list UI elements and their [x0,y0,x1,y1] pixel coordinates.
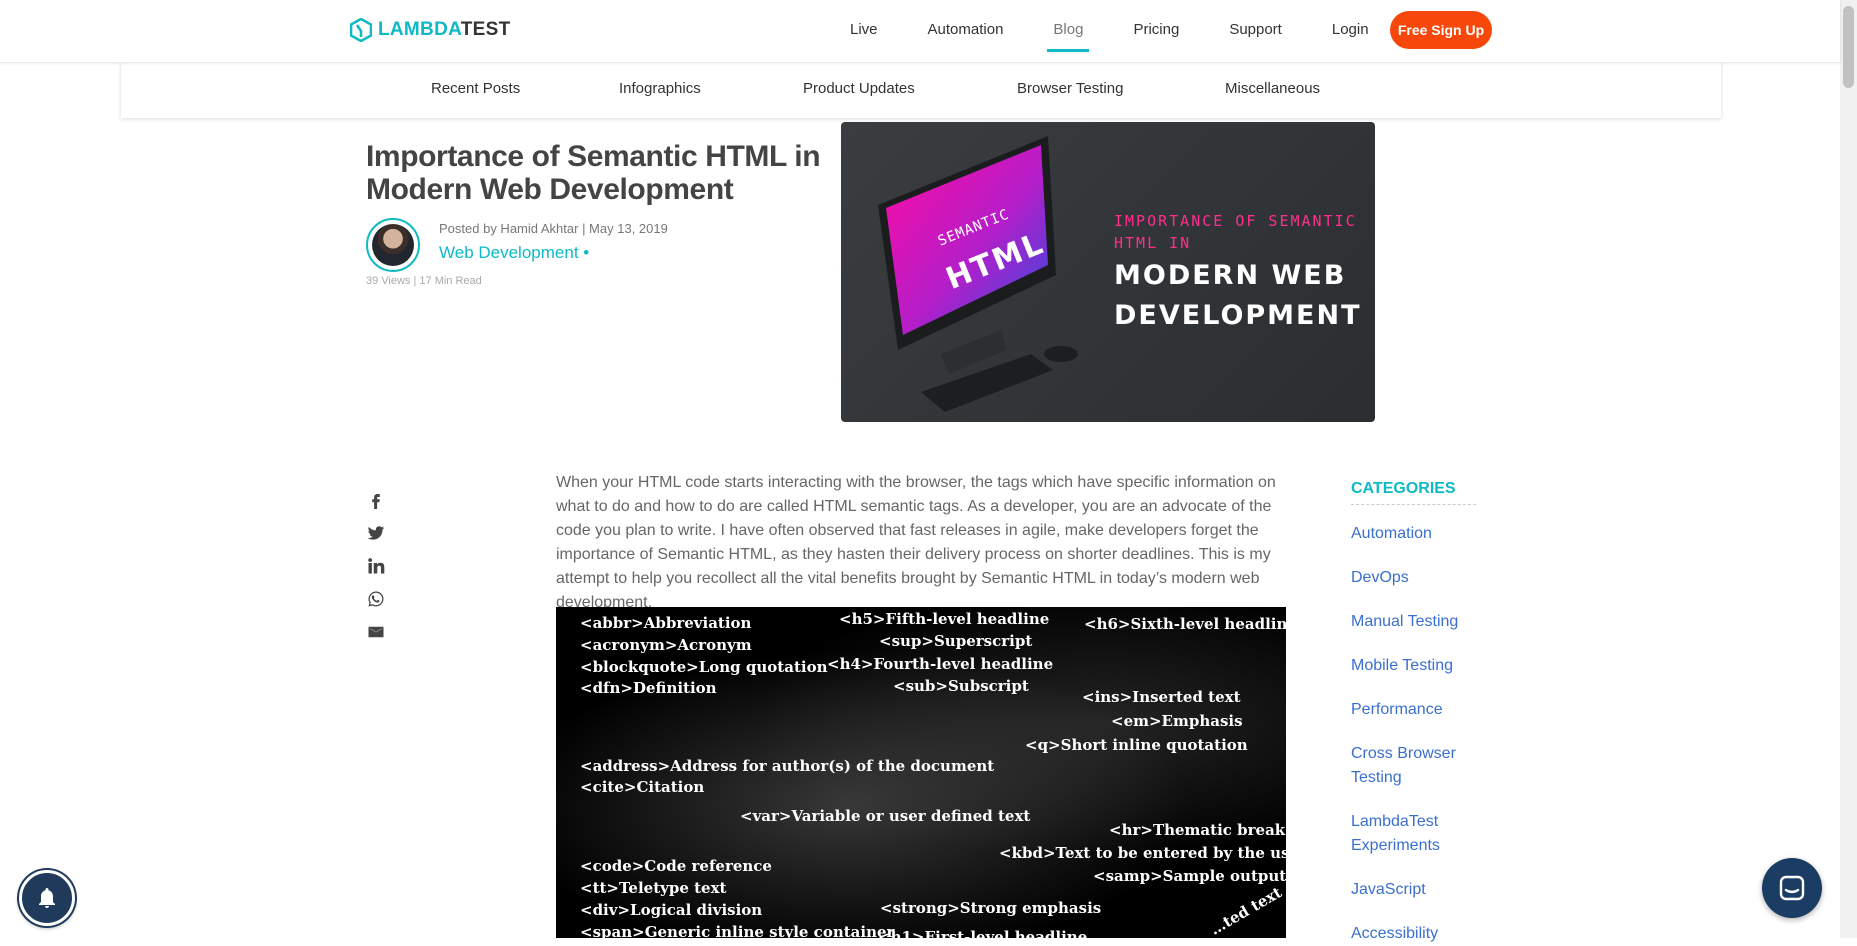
linkedin-icon[interactable] [366,556,386,576]
category-devops[interactable]: DevOps [1351,566,1481,590]
tag-kbd: <kbd>Text to be entered by the user [999,844,1286,862]
category-javascript[interactable]: JavaScript [1351,878,1481,902]
post-title: Importance of Semantic HTML in Modern We… [366,140,821,206]
notification-bell-button[interactable] [19,870,75,926]
tag-acronym: <acronym>Acronym [580,636,752,654]
lambdatest-logo-icon [350,18,372,42]
nav-login[interactable]: Login [1332,0,1369,62]
category-performance[interactable]: Performance [1351,698,1481,722]
tag-var: <var>Variable or user defined text [740,807,1031,825]
logo-text-lambda: LAMBDA [378,19,461,40]
semantic-tags-image: <abbr>Abbreviation <acronym>Acronym <blo… [556,607,1286,938]
nav-live[interactable]: Live [850,0,878,62]
tag-ins: <ins>Inserted text [1082,688,1241,706]
author-photo [372,224,414,266]
tag-samp: <samp>Sample output [1093,867,1286,885]
tag-h5: <h5>Fifth-level headline [839,610,1050,628]
nav-pricing[interactable]: Pricing [1133,0,1179,62]
tag-cite: <cite>Citation [580,778,705,796]
post-meta: Posted by Hamid Akhtar | May 13, 2019 [439,221,668,236]
chat-widget-button[interactable] [1762,858,1822,918]
tag-span: <span>Generic inline style container [580,923,895,938]
tag-div: <div>Logical division [580,901,763,919]
nav-support[interactable]: Support [1229,0,1282,62]
post-intro-paragraph: When your HTML code starts interacting w… [556,474,1276,611]
tag-em: <em>Emphasis [1111,712,1243,730]
tag-address: <address>Address for author(s) of the do… [580,757,995,775]
categories-heading: CATEGORIES [1351,480,1476,505]
tag-h1: <h1>First-level headline [878,928,1088,938]
tag-dfn: <dfn>Definition [580,679,717,697]
tag-code: <code>Code reference [580,857,772,875]
nav-blog[interactable]: Blog [1047,0,1090,62]
subnav-recent-posts[interactable]: Recent Posts [431,80,520,97]
twitter-icon[interactable] [366,523,386,543]
nav-automation[interactable]: Automation [928,0,1004,62]
bell-icon [39,888,55,908]
blog-subnav: Recent Posts Infographics Product Update… [121,62,1721,118]
category-lambdatest-experiments[interactable]: LambdaTest Experiments [1351,810,1481,858]
tag-q: <q>Short inline quotation [1025,736,1248,754]
subnav-product-updates[interactable]: Product Updates [803,80,915,97]
category-automation[interactable]: Automation [1351,522,1481,546]
chat-icon [1779,875,1805,901]
main-nav: Live Automation Blog Pricing Support Log… [850,0,1419,62]
free-signup-button[interactable]: Free Sign Up [1390,11,1492,49]
email-icon[interactable] [366,622,386,642]
scrollbar-thumb[interactable] [1843,6,1854,88]
category-manual-testing[interactable]: Manual Testing [1351,610,1481,634]
page-scrollbar[interactable] [1840,0,1857,938]
subnav-miscellaneous[interactable]: Miscellaneous [1225,80,1320,97]
tag-strong: <strong>Strong emphasis [880,899,1102,917]
hero-text-line1: IMPORTANCE OF SEMANTIC HTML IN [1114,212,1357,252]
tag-tt: <tt>Teletype text [580,879,727,897]
category-cross-browser-testing[interactable]: Cross Browser Testing [1351,742,1481,790]
tag-h6: <h6>Sixth-level headline [1084,615,1286,633]
whatsapp-icon[interactable] [366,589,386,609]
logo-text-test: TEST [460,19,511,40]
tag-abbr: <abbr>Abbreviation [580,614,752,632]
tag-blockquote: <blockquote>Long quotation [580,658,828,676]
logo-text: LAMBDATEST [378,19,510,41]
category-accessibility[interactable]: Accessibility [1351,922,1481,946]
tag-hr: <hr>Thematic break [1109,821,1286,839]
tag-sub: <sub>Subscript [893,677,1029,695]
post-category-link[interactable]: Web Development • [439,243,589,263]
tag-h4: <h4>Fourth-level headline [827,655,1054,673]
category-mobile-testing[interactable]: Mobile Testing [1351,654,1481,678]
top-navbar: LAMBDATEST Live Automation Blog Pricing … [0,0,1840,62]
subnav-browser-testing[interactable]: Browser Testing [1017,80,1123,97]
facebook-icon[interactable] [366,490,386,510]
lambdatest-logo[interactable]: LAMBDATEST [350,18,510,42]
tag-sup: <sup>Superscript [879,632,1033,650]
subnav-infographics[interactable]: Infographics [619,80,701,97]
hero-text-line2: MODERN WEB DEVELOPMENT [1114,260,1362,331]
hero-image: SEMANTIC HTML IMPORTANCE OF SEMANTIC HTM… [841,122,1375,422]
author-avatar[interactable] [366,218,420,272]
post-stats: 39 Views | 17 Min Read [366,275,482,287]
